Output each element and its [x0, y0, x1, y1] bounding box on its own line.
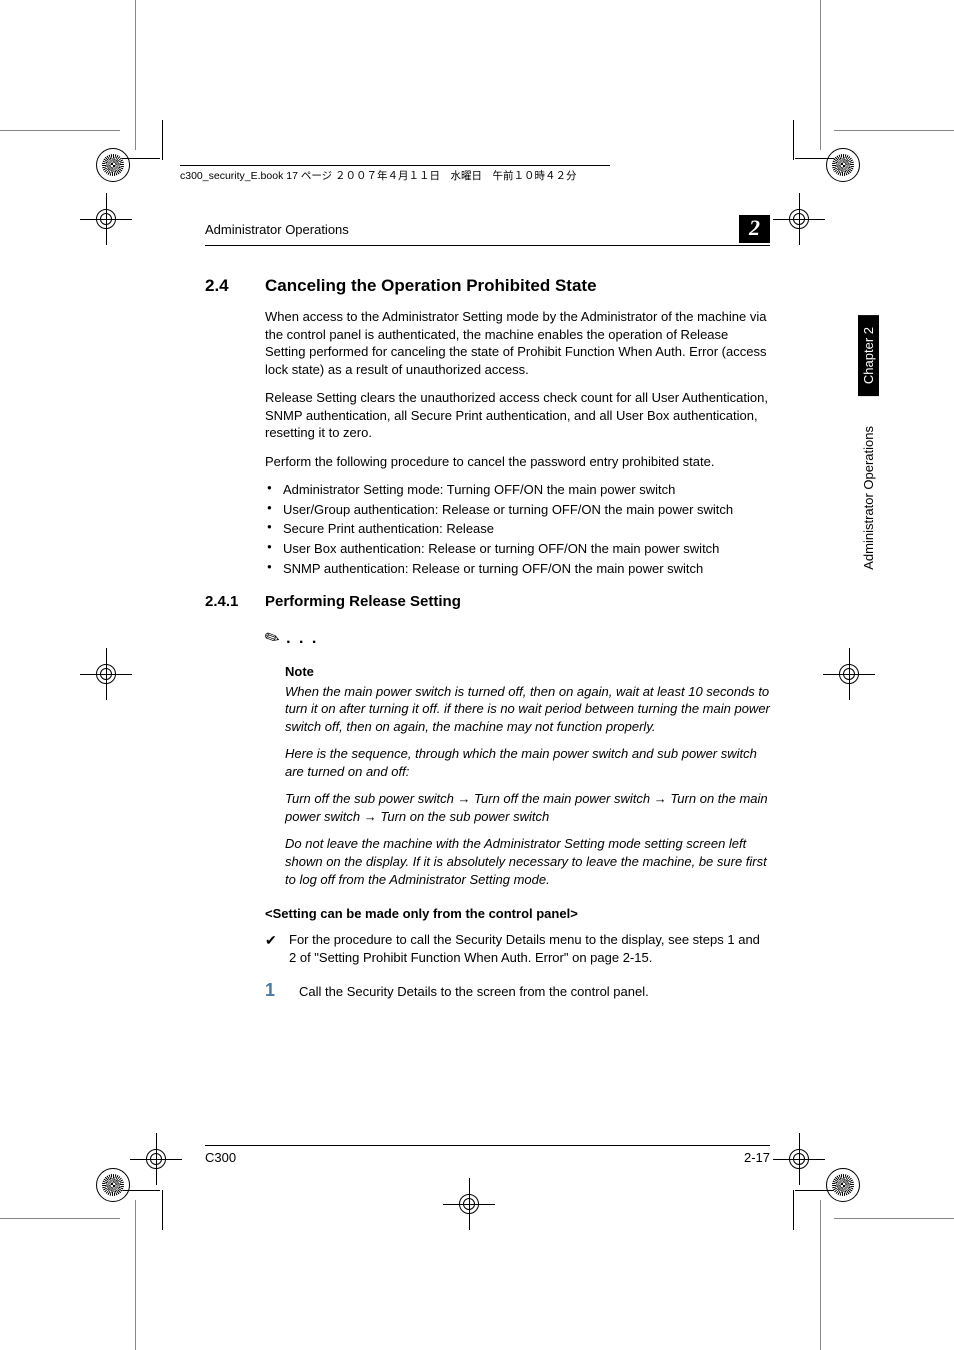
paragraph: Perform the following procedure to cance…	[265, 453, 770, 471]
list-item: Administrator Setting mode: Turning OFF/…	[265, 481, 770, 499]
note-paragraph: Turn off the sub power switch → Turn off…	[285, 790, 770, 825]
crop-line	[0, 1218, 120, 1219]
section-body: When access to the Administrator Setting…	[265, 308, 770, 577]
note-heading: Note	[285, 663, 770, 681]
section-title: Canceling the Operation Prohibited State	[265, 276, 770, 296]
section-heading: 2.4 Canceling the Operation Prohibited S…	[205, 276, 770, 296]
step-text: Call the Security Details to the screen …	[299, 984, 649, 999]
rosette-icon	[826, 1168, 860, 1202]
list-item: SNMP authentication: Release or turning …	[265, 560, 770, 578]
registration-mark-icon	[785, 205, 813, 233]
note-dots-icon: . . .	[286, 630, 318, 648]
note-body: When the main power switch is turned off…	[285, 683, 770, 888]
registration-mark-icon	[92, 205, 120, 233]
crop-tick	[793, 120, 794, 160]
subsection-title: Performing Release Setting	[265, 593, 461, 610]
crop-line	[135, 1200, 136, 1350]
page-header: Administrator Operations 2	[205, 215, 770, 246]
step-number: 1	[265, 980, 299, 1001]
note-hand-icon: ✎	[261, 626, 284, 651]
crop-tick	[793, 1190, 794, 1230]
section-number: 2.4	[205, 276, 265, 296]
side-tab-chapter: Chapter 2	[858, 315, 879, 396]
paragraph: Release Setting clears the unauthorized …	[265, 389, 770, 442]
list-item: User Box authentication: Release or turn…	[265, 540, 770, 558]
prerequisite-row: ✔ For the procedure to call the Security…	[265, 931, 770, 966]
note-icon-row: ✎ . . .	[265, 628, 770, 649]
paragraph: When access to the Administrator Setting…	[265, 308, 770, 378]
subsection-heading: 2.4.1 Performing Release Setting	[205, 593, 770, 610]
note-paragraph: When the main power switch is turned off…	[285, 683, 770, 736]
registration-mark-icon	[785, 1145, 813, 1173]
registration-mark-icon	[92, 660, 120, 688]
note-paragraph: Do not leave the machine with the Admini…	[285, 835, 770, 888]
rosette-icon	[96, 148, 130, 182]
crop-line	[0, 130, 120, 131]
prerequisite-text: For the procedure to call the Security D…	[289, 931, 770, 966]
chapter-badge: 2	[739, 215, 770, 243]
crop-tick	[162, 120, 163, 160]
note-block: Note When the main power switch is turne…	[285, 663, 770, 888]
page-footer: C300 2-17	[205, 1145, 770, 1165]
crop-line	[834, 130, 954, 131]
crop-line	[820, 0, 821, 150]
crop-line	[135, 0, 136, 150]
step-row: 1 Call the Security Details to the scree…	[265, 980, 770, 1001]
list-item: Secure Print authentication: Release	[265, 520, 770, 538]
registration-mark-icon	[835, 660, 863, 688]
bullet-list: Administrator Setting mode: Turning OFF/…	[265, 481, 770, 577]
checkmark-icon: ✔	[265, 931, 289, 966]
header-section-name: Administrator Operations	[205, 222, 349, 237]
side-tab-title: Administrator Operations	[861, 426, 876, 570]
registration-mark-icon	[455, 1190, 483, 1218]
rosette-icon	[826, 148, 860, 182]
footer-page-number: 2-17	[744, 1150, 770, 1165]
registration-mark-icon	[142, 1145, 170, 1173]
page-content: Administrator Operations 2 2.4 Canceling…	[205, 160, 770, 1001]
crop-line	[820, 1200, 821, 1350]
side-tab: Chapter 2 Administrator Operations	[858, 315, 879, 570]
subsection-number: 2.4.1	[205, 593, 265, 610]
crop-line	[834, 1218, 954, 1219]
crop-tick	[162, 1190, 163, 1230]
footer-model: C300	[205, 1150, 236, 1165]
note-paragraph: Here is the sequence, through which the …	[285, 745, 770, 780]
rosette-icon	[96, 1168, 130, 1202]
list-item: User/Group authentication: Release or tu…	[265, 501, 770, 519]
control-panel-subheading: <Setting can be made only from the contr…	[265, 906, 770, 921]
